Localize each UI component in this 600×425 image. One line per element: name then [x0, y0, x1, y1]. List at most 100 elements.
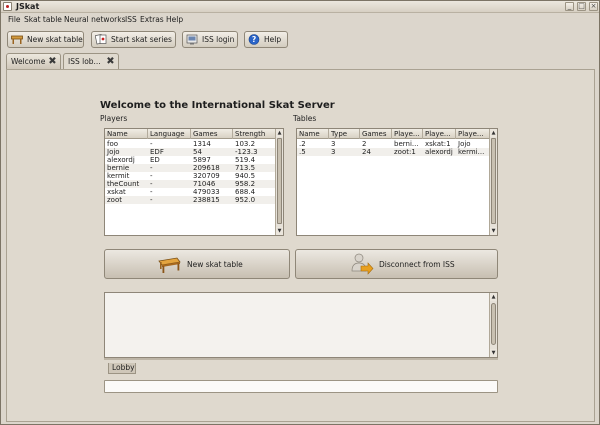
- table-cell: 238815: [193, 196, 220, 204]
- table-cell: 688.4: [235, 188, 256, 196]
- scroll-down-icon[interactable]: ▼: [490, 227, 497, 235]
- tab-welcome[interactable]: Welcome ✖: [6, 53, 61, 69]
- table-cell: -: [150, 172, 153, 180]
- table-cell: 71046: [193, 180, 216, 188]
- table-row[interactable]: theCount - 71046 958.2: [105, 180, 277, 188]
- column-header[interactable]: Playe...: [423, 129, 456, 139]
- iss-login-button[interactable]: ISS login: [182, 31, 238, 48]
- menu-bar: File Skat table Neural networks ISS Extr…: [1, 13, 599, 25]
- table-row[interactable]: bernie - 209618 713.5: [105, 164, 277, 172]
- toolbar: New skat table Start skat series ISS log…: [1, 26, 599, 51]
- menu-skat-table[interactable]: Skat table: [24, 15, 62, 24]
- scroll-up-icon[interactable]: ▲: [490, 293, 497, 301]
- start-skat-series-button[interactable]: Start skat series: [91, 31, 176, 48]
- table-row[interactable]: kermit - 320709 940.5: [105, 172, 277, 180]
- help-button[interactable]: ? Help: [244, 31, 288, 48]
- window-close-icon[interactable]: ×: [589, 2, 598, 11]
- page-title: Welcome to the International Skat Server: [100, 100, 335, 111]
- table-icon: [157, 254, 181, 274]
- scroll-down-icon[interactable]: ▼: [276, 227, 283, 235]
- column-header[interactable]: Language: [148, 129, 191, 139]
- table-cell: 1314: [193, 140, 211, 148]
- scroll-up-icon[interactable]: ▲: [490, 129, 497, 137]
- chat-input[interactable]: [104, 380, 498, 393]
- column-header[interactable]: Name: [105, 129, 148, 139]
- disconnect-button[interactable]: Disconnect from ISS: [295, 249, 498, 279]
- new-skat-table-label: New skat table: [27, 35, 83, 44]
- table-row[interactable]: Jojo EDF 54 -123.3: [105, 148, 277, 156]
- table-cell: bernie: [107, 164, 130, 172]
- scroll-thumb[interactable]: [491, 303, 496, 345]
- close-icon[interactable]: ✖: [105, 56, 116, 67]
- table-cell: kermit: [107, 172, 130, 180]
- new-skat-table-button[interactable]: New skat table: [7, 31, 84, 48]
- disconnect-icon: [350, 253, 374, 275]
- players-table[interactable]: Name Language Games Strength foo - 1314 103…: [104, 128, 284, 236]
- column-header[interactable]: Name: [297, 129, 329, 139]
- menu-neural-networks[interactable]: Neural networks: [64, 15, 126, 24]
- table-cell: .2: [299, 140, 306, 148]
- table-cell: -: [150, 140, 153, 148]
- column-header[interactable]: Type: [329, 129, 360, 139]
- table-cell: alexordj: [107, 156, 135, 164]
- column-header[interactable]: Games: [191, 129, 233, 139]
- menu-extras[interactable]: Extras: [140, 15, 164, 24]
- table-cell: 713.5: [235, 164, 256, 172]
- table-cell: -123.3: [235, 148, 258, 156]
- table-row[interactable]: foo - 1314 103.2: [105, 140, 277, 148]
- chat-area[interactable]: ▲ ▼: [104, 292, 498, 358]
- table-cell: 209618: [193, 164, 220, 172]
- table-cell: Jojo: [458, 140, 471, 148]
- table-cell: .5: [299, 148, 306, 156]
- tab-welcome-label: Welcome: [11, 57, 46, 66]
- table-cell: ED: [150, 156, 160, 164]
- tables-scrollbar[interactable]: ▲ ▼: [489, 129, 497, 235]
- scroll-up-icon[interactable]: ▲: [276, 129, 283, 137]
- tab-lobby-chat[interactable]: Lobby: [108, 363, 136, 374]
- menu-file[interactable]: File: [8, 15, 21, 24]
- tables-table[interactable]: Name Type Games Playe... Playe... Playe.…: [296, 128, 498, 236]
- table-row[interactable]: .5 3 24 zoot:1 alexordj kermi...: [297, 148, 491, 156]
- table-row[interactable]: zoot - 238815 952.0: [105, 196, 277, 204]
- scroll-thumb[interactable]: [491, 138, 496, 224]
- table-cell: 3: [331, 140, 336, 148]
- column-header[interactable]: Strength: [233, 129, 277, 139]
- table-cell: berni...: [394, 140, 419, 148]
- tab-iss-lobby-label: ISS lob...: [68, 57, 101, 66]
- table-row[interactable]: .2 3 2 berni... xskat:1 Jojo: [297, 140, 491, 148]
- table-icon: [11, 34, 23, 45]
- close-icon[interactable]: ✖: [47, 56, 58, 67]
- table-row[interactable]: xskat - 479033 688.4: [105, 188, 277, 196]
- column-header[interactable]: Games: [360, 129, 392, 139]
- table-cell: 2: [362, 140, 367, 148]
- server-icon: [186, 34, 198, 45]
- menu-help[interactable]: Help: [166, 15, 183, 24]
- scroll-thumb[interactable]: [277, 138, 282, 224]
- table-cell: foo: [107, 140, 119, 148]
- chat-tab-bar: [104, 358, 498, 360]
- table-cell: -: [150, 164, 153, 172]
- table-row[interactable]: alexordj ED 5897 519.4: [105, 156, 277, 164]
- minimize-icon[interactable]: _: [565, 2, 574, 11]
- table-cell: 479033: [193, 188, 220, 196]
- scroll-down-icon[interactable]: ▼: [490, 349, 497, 357]
- players-scrollbar[interactable]: ▲ ▼: [275, 129, 283, 235]
- maximize-icon[interactable]: □: [577, 2, 586, 11]
- tables-label: Tables: [293, 114, 317, 123]
- chat-scrollbar[interactable]: ▲ ▼: [489, 293, 497, 357]
- players-label: Players: [100, 114, 128, 123]
- new-table-button[interactable]: New skat table: [104, 249, 290, 279]
- menu-iss[interactable]: ISS: [125, 15, 137, 24]
- table-cell: -: [150, 188, 153, 196]
- table-cell: theCount: [107, 180, 140, 188]
- players-table-header: Name Language Games Strength: [105, 129, 277, 139]
- column-header[interactable]: Playe...: [456, 129, 491, 139]
- main-window: JSkat _ □ × File Skat table Neural netwo…: [0, 0, 600, 425]
- title-bar[interactable]: JSkat _ □ ×: [1, 1, 599, 13]
- table-cell: 940.5: [235, 172, 256, 180]
- tab-iss-lobby[interactable]: ISS lob... ✖: [63, 53, 119, 69]
- table-cell: -: [150, 180, 153, 188]
- table-cell: 952.0: [235, 196, 256, 204]
- column-header[interactable]: Playe...: [392, 129, 423, 139]
- app-icon[interactable]: [3, 2, 12, 11]
